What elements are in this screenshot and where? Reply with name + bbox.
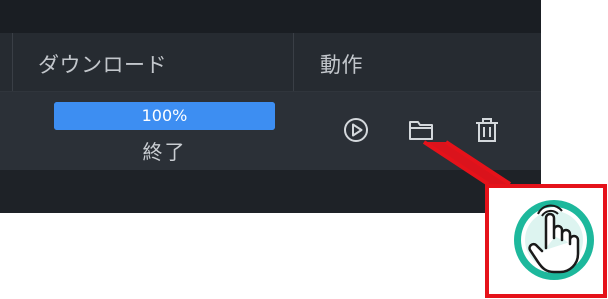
trash-icon[interactable] — [470, 113, 504, 147]
table-header: ダウンロード 動作 — [0, 33, 541, 92]
screenshot-stage: ダウンロード 動作 100% 終了 — [0, 0, 608, 299]
folder-icon[interactable] — [404, 113, 438, 147]
progress-percent-label: 100% — [141, 106, 188, 125]
column-header-action[interactable]: 動作 — [320, 49, 363, 79]
column-divider — [293, 33, 294, 91]
top-bar — [0, 0, 541, 33]
play-icon[interactable] — [339, 113, 373, 147]
download-panel: ダウンロード 動作 100% 終了 — [0, 0, 541, 213]
status-label: 終了 — [142, 140, 187, 164]
hand-pointer-icon — [510, 196, 598, 284]
column-divider — [12, 33, 13, 91]
table-footer-area — [0, 170, 541, 213]
table-row: 100% 終了 — [0, 92, 541, 170]
download-progress-bar: 100% — [54, 102, 275, 130]
column-header-download[interactable]: ダウンロード — [38, 49, 167, 79]
